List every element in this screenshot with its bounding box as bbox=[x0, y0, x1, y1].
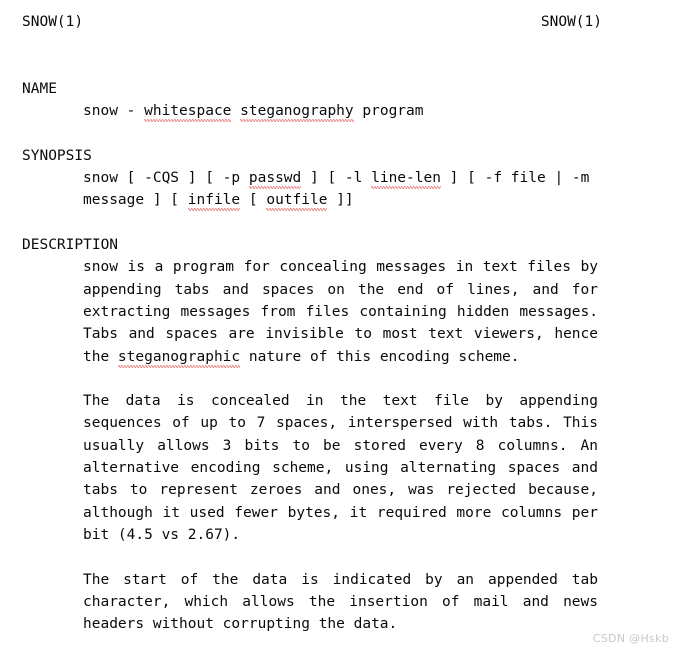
section-heading-name: NAME bbox=[22, 81, 57, 97]
description-p1-line-3: extracting messages from files containin… bbox=[83, 303, 598, 320]
section-name: NAME snow - whitespace steganography pro… bbox=[0, 78, 676, 123]
description-p2-line-5: tabs to represent zeroes and ones, was r… bbox=[83, 482, 598, 499]
description-p1-text-a: the bbox=[83, 348, 118, 365]
misspelled-word-outfile: outfile bbox=[266, 192, 328, 209]
description-p2-line-1: The data is concealed in the text file b… bbox=[83, 393, 598, 410]
man-page-view: SNOW(1) SNOW(1) NAME snow - whitespace s… bbox=[0, 0, 676, 653]
description-p3-line-1: The start of the data is indicated by an… bbox=[83, 571, 598, 588]
spacer-between-paragraph-1-and-2 bbox=[0, 368, 676, 390]
description-p1-line-4: Tabs and spaces are invisible to most te… bbox=[83, 326, 598, 343]
synopsis-text-a: snow [ -CQS ] [ -p bbox=[83, 170, 249, 187]
man-body: NAME snow - whitespace steganography pro… bbox=[0, 78, 676, 635]
header-right-title: SNOW(1) bbox=[540, 14, 602, 30]
description-p1-text-b: nature of this encoding scheme. bbox=[240, 348, 520, 365]
section-description: DESCRIPTION snow is a program for concea… bbox=[0, 234, 676, 635]
misspelled-word-infile: infile bbox=[187, 192, 241, 209]
man-running-header: SNOW(1) SNOW(1) bbox=[22, 12, 654, 32]
section-heading-description: DESCRIPTION bbox=[22, 237, 119, 254]
misspelled-word-line-len: line-len bbox=[371, 170, 441, 187]
section-synopsis: SYNOPSIS snow [ -CQS ] [ -p passwd ] [ -… bbox=[0, 145, 676, 212]
synopsis-usage-line-1: snow [ -CQS ] [ -p passwd ] [ -l line-le… bbox=[0, 167, 676, 189]
description-p3-line-3: headers without corrupting the data. bbox=[83, 616, 398, 633]
csdn-watermark: CSDN @Hskb bbox=[592, 632, 669, 645]
name-suffix-text: program bbox=[353, 103, 424, 120]
description-paragraph-2: The data is concealed in the text file b… bbox=[0, 390, 676, 546]
description-p3-line-2: character, which allows the insertion of… bbox=[83, 593, 598, 610]
synopsis-usage-line-2: message ] [ infile [ outfile ]] bbox=[0, 189, 676, 211]
misspelled-word-steganographic: steganographic bbox=[117, 348, 241, 365]
header-left-title: SNOW(1) bbox=[22, 14, 84, 30]
name-separator-space bbox=[231, 103, 240, 119]
description-p1-line-5: the steganographic nature of this encodi… bbox=[83, 346, 598, 368]
misspelled-word-passwd: passwd bbox=[248, 170, 302, 187]
synopsis-text-c: ] [ -f file | -m bbox=[440, 170, 590, 187]
name-description-line: snow - whitespace steganography program bbox=[0, 100, 676, 122]
description-p1-line-1: snow is a program for concealing message… bbox=[83, 259, 598, 276]
section-heading-synopsis: SYNOPSIS bbox=[22, 147, 92, 164]
description-p2-line-4: alternative encoding scheme, using alter… bbox=[83, 460, 598, 477]
synopsis-text-f: ]] bbox=[327, 192, 354, 209]
name-prefix-text: snow - bbox=[83, 103, 145, 120]
misspelled-word-whitespace: whitespace bbox=[144, 103, 232, 120]
description-p2-line-7: bit (4.5 vs 2.67). bbox=[83, 526, 241, 543]
description-paragraph-1: snow is a program for concealing message… bbox=[0, 256, 676, 367]
synopsis-text-e: [ bbox=[240, 192, 267, 209]
description-p2-line-3: usually allows 3 bits to be stored every… bbox=[83, 437, 598, 454]
synopsis-text-d: message ] [ bbox=[83, 192, 188, 209]
spacer-after-name bbox=[0, 123, 676, 145]
description-paragraph-3: The start of the data is indicated by an… bbox=[0, 569, 676, 636]
description-p2-line-2: sequences of up to 7 spaces, intersperse… bbox=[83, 415, 598, 432]
description-p1-line-2: appending tabs and spaces on the end of … bbox=[83, 281, 598, 298]
spacer-between-paragraph-2-and-3 bbox=[0, 546, 676, 568]
synopsis-text-b: ] [ -l bbox=[301, 170, 372, 187]
misspelled-word-steganography: steganography bbox=[240, 103, 354, 120]
description-p2-line-6: although it used fewer bytes, it require… bbox=[83, 504, 598, 521]
spacer-after-synopsis bbox=[0, 212, 676, 234]
